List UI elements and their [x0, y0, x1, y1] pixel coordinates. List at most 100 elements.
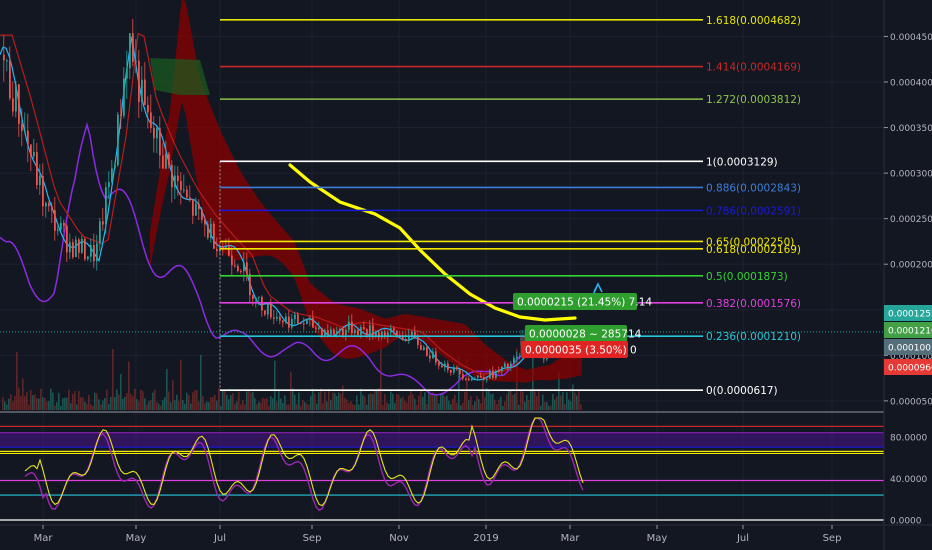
volume-bar — [88, 394, 90, 410]
volume-bar — [174, 400, 176, 410]
volume-bar — [212, 397, 214, 410]
volume-bar — [414, 398, 416, 410]
volume-bar — [294, 394, 296, 410]
candle-body — [249, 273, 251, 296]
volume-bar — [442, 393, 444, 410]
volume-bar — [282, 402, 284, 410]
volume-bar — [468, 400, 470, 410]
candle-body — [273, 317, 275, 319]
volume-bar — [470, 396, 472, 410]
volume-bar — [106, 389, 108, 410]
volume-bar — [360, 388, 362, 410]
fib-level-label: 0.236(0.0001210) — [706, 331, 801, 343]
volume-bar — [568, 399, 570, 410]
volume-bar — [42, 397, 44, 410]
volume-bar — [444, 396, 446, 410]
candle-body — [423, 347, 425, 350]
volume-bar — [578, 389, 580, 410]
volume-bar — [94, 392, 96, 410]
trading-chart[interactable]: 1.618(0.0004682) 1.414(0.0004169) 1.272(0.… — [0, 0, 932, 550]
volume-bar — [314, 394, 316, 410]
candle-body — [21, 123, 23, 131]
volume-bar — [24, 396, 26, 410]
volume-bar — [420, 389, 422, 410]
candle-body — [147, 104, 149, 113]
volume-bar — [338, 392, 340, 410]
volume-bar — [264, 398, 266, 410]
volume-bar — [26, 392, 28, 410]
volume-bar — [126, 393, 128, 410]
volume-bar — [474, 401, 476, 410]
candle-body — [234, 265, 236, 267]
candle-body — [498, 370, 500, 372]
candle-body — [252, 295, 254, 299]
candle-body — [258, 296, 260, 298]
candle-body — [30, 144, 32, 157]
candle-body — [201, 209, 203, 220]
candle-body — [135, 60, 137, 62]
candle-body — [18, 84, 20, 124]
candle-body — [198, 203, 200, 210]
oscillator-tick-label: 80.0000 — [890, 433, 927, 443]
volume-bar — [266, 397, 268, 410]
candle-body — [453, 367, 455, 373]
volume-bar — [162, 399, 164, 410]
volume-bar — [464, 391, 466, 410]
volume-bar — [168, 391, 170, 410]
volume-bar — [422, 396, 424, 410]
volume-bar — [534, 391, 536, 410]
volume-bar — [398, 394, 400, 410]
candle-body — [240, 271, 242, 273]
volume-bar — [292, 388, 294, 410]
volume-bar — [518, 404, 520, 410]
candle-body — [303, 323, 305, 325]
volume-bar — [522, 391, 524, 410]
candle-body — [294, 314, 296, 319]
volume-bar — [326, 401, 328, 410]
volume-bar — [350, 401, 352, 410]
fib-level-label: 0.886(0.0002843) — [706, 182, 801, 194]
volume-bar — [30, 390, 32, 410]
volume-bar — [54, 405, 56, 410]
volume-bar — [434, 395, 436, 410]
candle-body — [363, 327, 365, 330]
candle-body — [279, 316, 281, 321]
volume-bar — [486, 388, 488, 410]
volume-bar — [268, 405, 270, 410]
candle-body — [132, 33, 134, 62]
volume-bar — [230, 395, 232, 410]
volume-bar — [498, 399, 500, 410]
volume-bar — [98, 399, 100, 410]
volume-bar — [192, 392, 194, 410]
volume-bar — [148, 401, 150, 410]
volume-bar — [244, 404, 246, 410]
volume-bar — [120, 374, 122, 410]
volume-bar — [40, 388, 42, 410]
volume-bar — [210, 397, 212, 410]
price-tick-label: 0.0003500 — [890, 124, 932, 134]
volume-bar — [238, 391, 240, 410]
candle-body — [429, 355, 431, 359]
fib-level-label: 1.618(0.0004682) — [706, 15, 801, 27]
volume-bar — [22, 378, 24, 410]
time-tick-label: May — [126, 533, 147, 544]
volume-bar — [4, 401, 6, 410]
candle-body — [51, 206, 53, 211]
volume-bar — [528, 399, 530, 410]
candle-body — [108, 182, 110, 188]
volume-bar — [324, 391, 326, 410]
candle-body — [57, 229, 59, 231]
candle-body — [444, 363, 446, 368]
volume-bar — [214, 394, 216, 410]
time-tick-label: 2019 — [473, 533, 498, 544]
volume-bar — [38, 398, 40, 410]
candle-body — [180, 181, 182, 190]
fib-level-label: 0.618(0.0002169) — [706, 244, 801, 256]
volume-bar — [144, 398, 146, 410]
volume-bar — [154, 389, 156, 410]
candle-body — [114, 165, 116, 169]
candle-body — [420, 345, 422, 350]
candle-body — [75, 239, 77, 258]
volume-bar — [90, 404, 92, 410]
volume-bar — [402, 396, 404, 410]
